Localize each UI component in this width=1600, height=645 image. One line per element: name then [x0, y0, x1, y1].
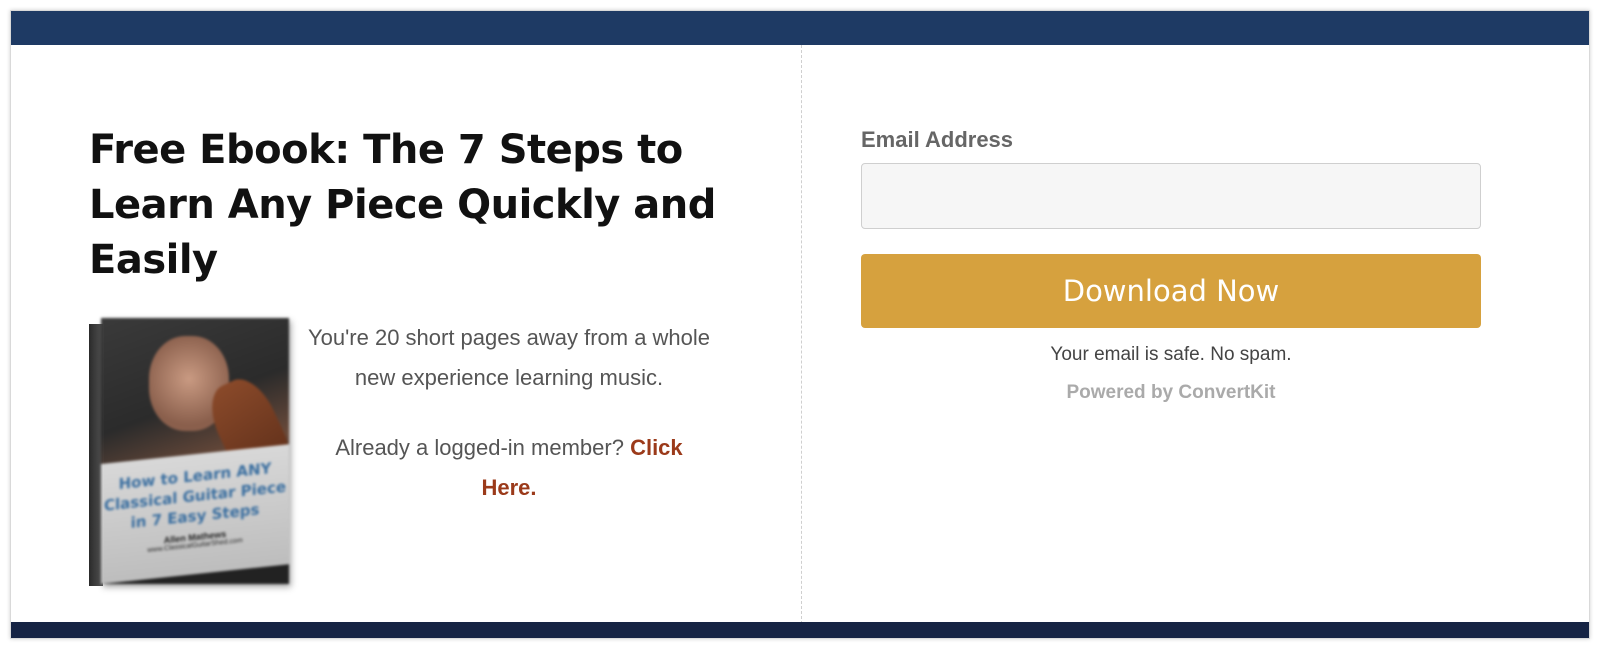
cover-title-panel: How to Learn ANY Classical Guitar Piece …	[101, 444, 289, 584]
member-line: Already a logged-in member? Click Here.	[307, 428, 711, 508]
promo-block: How to Learn ANY Classical Guitar Piece …	[89, 318, 729, 598]
offer-section: Free Ebook: The 7 Steps to Learn Any Pie…	[89, 123, 729, 598]
offer-headline: Free Ebook: The 7 Steps to Learn Any Pie…	[89, 127, 716, 283]
book-title: How to Learn ANY Classical Guitar Piece …	[103, 459, 287, 532]
offer-description: You're 20 short pages away from a whole …	[307, 325, 711, 390]
top-accent-bar	[11, 11, 1589, 45]
powered-by-link[interactable]: Powered by ConvertKit	[861, 382, 1481, 404]
bottom-accent-bar	[11, 622, 1589, 638]
signup-card: Free Ebook: The 7 Steps to Learn Any Pie…	[10, 10, 1590, 639]
email-label: Email Address	[861, 127, 1014, 152]
email-field[interactable]	[861, 163, 1481, 229]
signup-form: Email Address Download Now Your email is…	[861, 127, 1481, 404]
member-prompt: Already a logged-in member?	[335, 435, 624, 460]
download-now-button[interactable]: Download Now	[861, 254, 1481, 328]
ebook-cover-image: How to Learn ANY Classical Guitar Piece …	[89, 318, 289, 590]
promo-text: You're 20 short pages away from a whole …	[307, 318, 711, 508]
column-divider	[801, 45, 802, 629]
book-cover: How to Learn ANY Classical Guitar Piece …	[101, 318, 289, 584]
privacy-note: Your email is safe. No spam.	[1050, 344, 1292, 365]
